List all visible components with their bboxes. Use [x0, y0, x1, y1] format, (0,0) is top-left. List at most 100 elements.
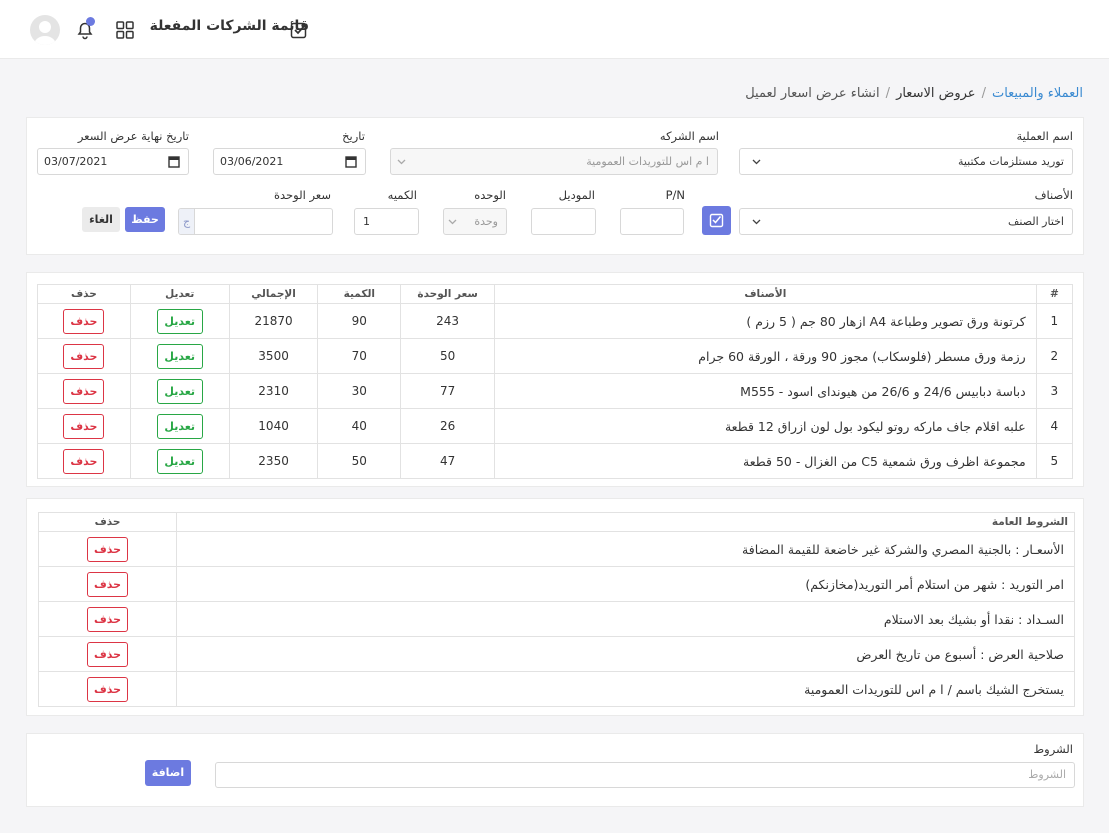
table-row: السـداد : نقدا أو بشيك بعد الاستلام حذف	[38, 601, 1075, 637]
item-total: 1040	[228, 408, 319, 444]
unit-select[interactable]: وحدة	[443, 208, 507, 235]
item-qty: 50	[317, 443, 402, 479]
chevron-down-icon	[752, 219, 761, 225]
term-text: يستخرج الشيك باسم / ا م اس للتوريدات الع…	[176, 671, 1075, 707]
terms-table-card: الشروط العامة حذف الأسعـار : بالجنية الم…	[26, 498, 1084, 716]
col-delete: حذف	[38, 512, 177, 532]
item-unit-price: 243	[400, 303, 495, 339]
terms-input[interactable]: الشروط	[215, 762, 1075, 788]
col-items: الأصناف	[493, 284, 1037, 304]
qty-input[interactable]: 1	[354, 208, 419, 235]
edit-button[interactable]: تعديل	[156, 343, 203, 369]
edit-cell: تعديل	[129, 408, 230, 444]
table-row: الأسعـار : بالجنية المصري والشركة غير خا…	[38, 531, 1075, 567]
save-button[interactable]: حفظ	[125, 207, 165, 232]
item-total: 3500	[228, 338, 319, 374]
unit-price-label: سعر الوحدة	[274, 188, 331, 202]
add-term-button[interactable]: اضافة	[145, 760, 191, 786]
edit-button[interactable]: تعديل	[156, 448, 203, 474]
delete-button[interactable]: حذف	[63, 343, 105, 369]
apps-grid-icon[interactable]	[116, 21, 134, 39]
company-label: اسم الشركه	[659, 129, 719, 143]
chevron-down-icon	[397, 159, 406, 165]
row-number: 2	[1035, 338, 1074, 374]
delete-cell: حذف	[37, 303, 131, 339]
delete-term-button[interactable]: حذف	[87, 676, 128, 702]
end-date-input[interactable]: 03/07/2021	[37, 148, 189, 175]
item-name: دباسة دبابيس 24/6 و 26/6 من هيونداى اسود…	[493, 373, 1037, 409]
top-bar: قائمة الشركات المفعلة	[0, 0, 1109, 59]
delete-term-button[interactable]: حذف	[87, 571, 128, 597]
items-select[interactable]: اختار الصنف	[739, 208, 1073, 235]
model-label: الموديل	[558, 188, 595, 202]
edit-button[interactable]: تعديل	[156, 378, 203, 404]
row-number: 1	[1035, 303, 1074, 339]
delete-term-button[interactable]: حذف	[87, 536, 128, 562]
table-row: 4 علبه اقلام جاف ماركه روتو ليكود بول لون…	[37, 408, 1074, 444]
terms-label: الشروط	[1033, 742, 1074, 756]
edit-button[interactable]: تعديل	[156, 413, 203, 439]
delete-button[interactable]: حذف	[63, 378, 105, 404]
operation-select[interactable]: توريد مستلزمات مكتبية	[739, 148, 1073, 175]
edit-cell: تعديل	[129, 303, 230, 339]
col-unit-price: سعر الوحدة	[400, 284, 495, 304]
end-date-label: تاريخ نهاية عرض السعر	[77, 129, 189, 143]
col-total: الإجمالي	[228, 284, 319, 304]
chevron-down-icon	[448, 219, 457, 225]
check-square-icon[interactable]	[290, 21, 308, 39]
delete-term-button[interactable]: حذف	[87, 641, 128, 667]
date-value: 03/06/2021	[220, 155, 284, 168]
active-companies-title[interactable]: قائمة الشركات المفعلة	[150, 18, 309, 34]
end-date-value: 03/07/2021	[44, 155, 108, 168]
chevron-down-icon	[752, 159, 761, 165]
date-input[interactable]: 03/06/2021	[213, 148, 366, 175]
calendar-icon[interactable]	[168, 155, 180, 168]
item-name: علبه اقلام جاف ماركه روتو ليكود بول لون …	[493, 408, 1037, 444]
delete-button[interactable]: حذف	[63, 308, 105, 334]
user-silhouette-icon	[34, 21, 56, 45]
table-row: 1 كرتونة ورق تصوير وطباعة A4 ازهار 80 جم …	[37, 303, 1074, 339]
delete-button[interactable]: حذف	[63, 413, 105, 439]
breadcrumb-parent[interactable]: عروض الاسعار	[896, 86, 976, 101]
unit-label: الوحده	[474, 188, 506, 202]
delete-cell: حذف	[38, 671, 177, 707]
edit-cell: تعديل	[129, 443, 230, 479]
col-qty: الكمية	[317, 284, 402, 304]
item-unit-price: 26	[400, 408, 495, 444]
notification-dot	[86, 17, 95, 26]
breadcrumb-sep: /	[981, 86, 986, 101]
table-row: امر التوريد : شهر من استلام أمر التوريد(…	[38, 566, 1075, 602]
edit-button[interactable]: تعديل	[156, 308, 203, 334]
term-text: الأسعـار : بالجنية المصري والشركة غير خا…	[176, 531, 1075, 567]
row-number: 5	[1035, 443, 1074, 479]
items-placeholder: اختار الصنف	[1008, 215, 1064, 228]
breadcrumb-current: انشاء عرض اسعار لعميل	[745, 86, 880, 101]
add-terms-card: الشروط الشروط اضافة	[26, 733, 1084, 807]
delete-button[interactable]: حذف	[63, 448, 105, 474]
model-input[interactable]	[531, 208, 596, 235]
operation-label: اسم العملية	[1016, 129, 1073, 143]
pn-input[interactable]	[620, 208, 684, 235]
item-qty: 40	[317, 408, 402, 444]
company-select[interactable]: ا م اس للتوريدات العمومية	[390, 148, 718, 175]
table-row: 5 مجموعة اظرف ورق شمعية C5 من الغزال - 50…	[37, 443, 1074, 479]
item-name: كرتونة ورق تصوير وطباعة A4 ازهار 80 جم (…	[493, 303, 1037, 339]
company-value: ا م اس للتوريدات العمومية	[586, 155, 709, 168]
breadcrumb-root[interactable]: العملاء والمبيعات	[992, 86, 1083, 101]
calendar-icon[interactable]	[345, 155, 357, 168]
table-row: 3 دباسة دبابيس 24/6 و 26/6 من هيونداى اسو…	[37, 373, 1074, 409]
delete-cell: حذف	[38, 636, 177, 672]
cancel-button[interactable]: الغاء	[82, 207, 120, 232]
table-header-row: الشروط العامة حذف	[38, 512, 1075, 532]
items-label: الأصناف	[1034, 188, 1073, 202]
unit-price-input[interactable]: ج	[178, 208, 333, 235]
confirm-item-button[interactable]	[702, 206, 731, 235]
unit-value: وحدة	[474, 215, 498, 228]
avatar[interactable]	[30, 15, 60, 45]
row-number: 3	[1035, 373, 1074, 409]
row-number: 4	[1035, 408, 1074, 444]
table-header-row: # الأصناف سعر الوحدة الكمية الإجمالي تعد…	[37, 284, 1074, 304]
item-qty: 70	[317, 338, 402, 374]
items-table: # الأصناف سعر الوحدة الكمية الإجمالي تعد…	[37, 284, 1074, 479]
delete-term-button[interactable]: حذف	[87, 606, 128, 632]
